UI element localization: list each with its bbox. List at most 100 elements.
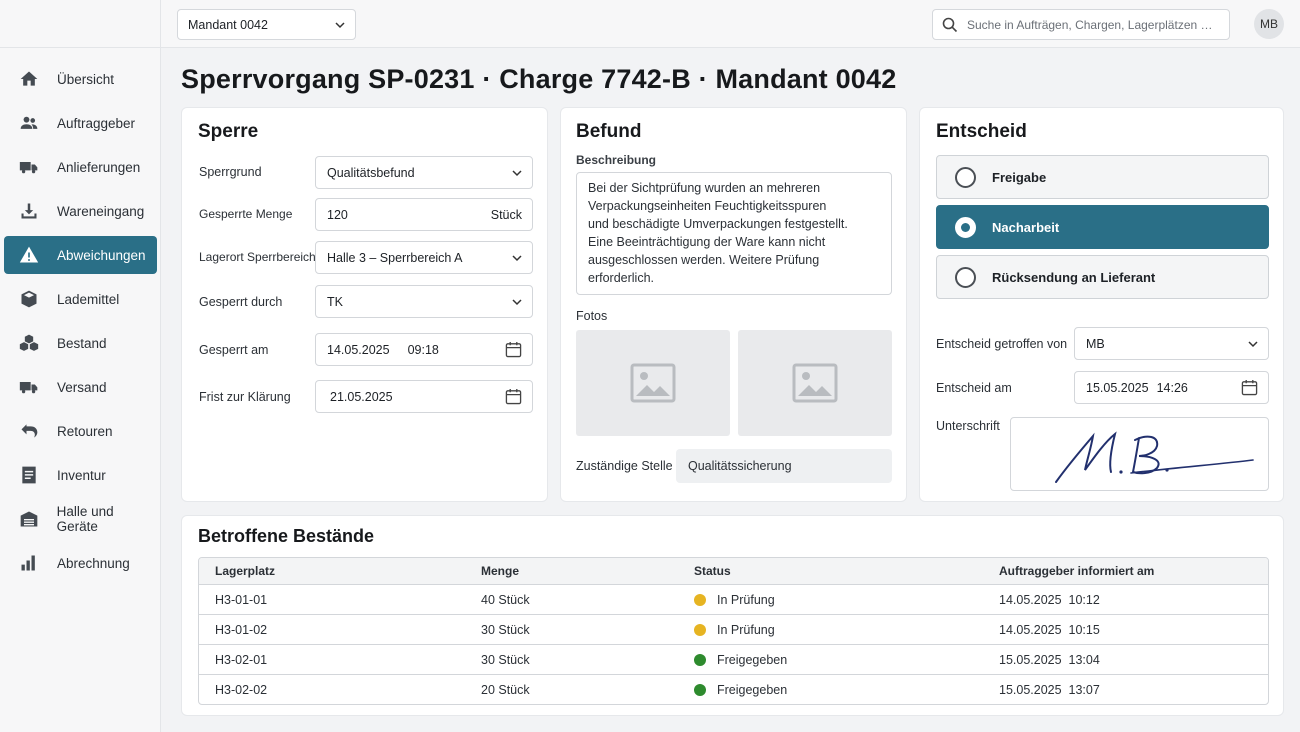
- chevron-down-icon: [512, 255, 522, 262]
- sidebar-item-auftraggeber[interactable]: Auftraggeber: [4, 104, 157, 142]
- menge-input[interactable]: 120 Stück: [315, 198, 533, 231]
- table-header-row: Lagerplatz Menge Status Auftraggeber inf…: [199, 558, 1268, 584]
- sidebar-item-label: Bestand: [57, 335, 107, 351]
- menge-label: Gesperrte Menge: [199, 207, 293, 221]
- table-row[interactable]: H3-01-01 40 Stück In Prüfung 14.05.2025 …: [199, 584, 1268, 614]
- zustaendige-stelle-field: Qualitätssicherung: [676, 449, 892, 483]
- befund-card: Befund Beschreibung Bei der Sichtprüfung…: [560, 107, 907, 502]
- option-freigabe[interactable]: Freigabe: [936, 155, 1269, 199]
- sidebar-item-uebersicht[interactable]: Übersicht: [4, 60, 157, 98]
- frist-label: Frist zur Klärung: [199, 390, 291, 404]
- cell-status: Freigegeben: [694, 645, 787, 674]
- users-icon: [18, 112, 40, 134]
- cell-menge: 40 Stück: [481, 592, 530, 607]
- sidebar-item-anlieferungen[interactable]: Anlieferungen: [4, 148, 157, 186]
- gesperrt-am-datetime[interactable]: 14.05.2025 09:18: [315, 333, 533, 366]
- bestaende-table: Lagerplatz Menge Status Auftraggeber inf…: [198, 557, 1269, 705]
- sidebar-item-label: Versand: [57, 379, 107, 395]
- sperrgrund-select[interactable]: Qualitätsbefund: [315, 156, 533, 189]
- sidebar-item-label: Wareneingang: [57, 203, 145, 219]
- sidebar-nav: Übersicht Auftraggeber Anlieferungen War…: [0, 60, 161, 588]
- table-row[interactable]: H3-01-02 30 Stück In Prüfung 14.05.2025 …: [199, 614, 1268, 644]
- column-header-menge[interactable]: Menge: [481, 558, 519, 584]
- sidebar-item-lademittel[interactable]: Lademittel: [4, 280, 157, 318]
- fotos-label: Fotos: [576, 309, 608, 323]
- photo-thumbnail-2[interactable]: [738, 330, 892, 436]
- sidebar: Übersicht Auftraggeber Anlieferungen War…: [0, 0, 161, 732]
- sidebar-item-inventur[interactable]: Inventur: [4, 456, 157, 494]
- beschreibung-textarea[interactable]: Bei der Sichtprüfung wurden an mehreren …: [576, 172, 892, 295]
- column-header-lagerplatz[interactable]: Lagerplatz: [215, 558, 275, 584]
- calendar-icon[interactable]: [505, 341, 522, 358]
- sidebar-item-label: Abrechnung: [57, 555, 130, 571]
- column-header-status[interactable]: Status: [694, 558, 731, 584]
- lagerort-value: Halle 3 – Sperrbereich A: [327, 250, 463, 265]
- frist-date[interactable]: 21.05.2025: [315, 380, 533, 413]
- image-placeholder-icon: [630, 363, 676, 403]
- search-box[interactable]: [932, 9, 1230, 40]
- cell-informiert: 15.05.2025 13:04: [999, 652, 1100, 667]
- gesperrt-durch-label: Gesperrt durch: [199, 295, 283, 309]
- return-arrow-icon: [18, 420, 40, 442]
- status-dot-icon: [694, 653, 706, 666]
- entscheid-am-datetime[interactable]: 15.05.2025 14:26: [1074, 371, 1269, 404]
- sidebar-item-label: Halle und Geräte: [56, 504, 114, 534]
- home-icon: [18, 68, 40, 90]
- sperre-heading: Sperre: [198, 121, 259, 142]
- sidebar-item-versand[interactable]: Versand: [4, 368, 157, 406]
- desc-line: Bei der Sichtprüfung wurden an mehreren: [588, 181, 821, 195]
- radio-button-selected[interactable]: [955, 217, 976, 238]
- search-icon: [942, 17, 958, 33]
- table-row[interactable]: H3-02-01 30 Stück Freigegeben 15.05.2025…: [199, 644, 1268, 674]
- topbar: Mandant 0042 MB: [161, 0, 1300, 48]
- gesperrt-durch-value: TK: [327, 294, 343, 309]
- option-nacharbeit[interactable]: Nacharbeit: [936, 205, 1269, 249]
- chevron-down-icon: [1248, 341, 1258, 348]
- truck-icon: [18, 156, 40, 178]
- signature-drawing: [1055, 431, 1254, 483]
- search-input[interactable]: [967, 17, 1217, 32]
- lagerort-select[interactable]: Halle 3 – Sperrbereich A: [315, 241, 533, 274]
- calendar-icon[interactable]: [505, 388, 522, 405]
- sidebar-item-label: Abweichungen: [57, 247, 146, 263]
- radio-button[interactable]: [955, 167, 976, 188]
- sidebar-top: [0, 0, 160, 48]
- entscheid-card: Entscheid Freigabe Nacharbeit Rücksendun…: [919, 107, 1284, 502]
- sidebar-item-wareneingang[interactable]: Wareneingang: [4, 192, 157, 230]
- mandant-select[interactable]: Mandant 0042: [177, 9, 356, 40]
- gesperrt-durch-select[interactable]: TK: [315, 285, 533, 318]
- radio-button[interactable]: [955, 267, 976, 288]
- sidebar-item-bestand[interactable]: Bestand: [4, 324, 157, 362]
- cell-status: In Prüfung: [694, 585, 775, 614]
- sidebar-item-retouren[interactable]: Retouren: [4, 412, 157, 450]
- mandant-select-value: Mandant 0042: [188, 17, 268, 32]
- beschreibung-label: Beschreibung: [576, 153, 657, 167]
- sidebar-item-label: Retouren: [57, 423, 113, 439]
- cell-status: In Prüfung: [694, 615, 775, 644]
- download-icon: [18, 200, 40, 222]
- avatar[interactable]: MB: [1254, 9, 1284, 39]
- entscheid-heading: Entscheid: [936, 121, 1027, 142]
- entscheid-am-date: 15.05.2025: [1086, 380, 1149, 395]
- sidebar-item-abweichungen[interactable]: Abweichungen: [4, 236, 157, 274]
- entscheid-am-label: Entscheid am: [936, 381, 1012, 395]
- cell-menge: 30 Stück: [481, 622, 530, 637]
- gesperrt-am-date: 14.05.2025: [327, 342, 390, 357]
- lagerort-label: Lagerort Sperrbereich: [199, 250, 316, 264]
- calendar-icon[interactable]: [1241, 379, 1258, 396]
- entscheid-von-select[interactable]: MB: [1074, 327, 1269, 360]
- signature-pad[interactable]: [1010, 417, 1269, 491]
- desc-line: Verpackungseinheiten Feuchtigkeitsspuren: [588, 199, 827, 213]
- gesperrt-am-label: Gesperrt am: [199, 343, 269, 357]
- column-header-informiert[interactable]: Auftraggeber informiert am: [999, 558, 1154, 584]
- photo-thumbnail-1[interactable]: [576, 330, 730, 436]
- cell-menge: 30 Stück: [481, 652, 530, 667]
- frist-value: 21.05.2025: [330, 389, 393, 404]
- option-ruecksendung[interactable]: Rücksendung an Lieferant: [936, 255, 1269, 299]
- truck-icon: [18, 376, 40, 398]
- sidebar-item-label: Übersicht: [57, 71, 115, 87]
- sidebar-item-halle-und-geraete[interactable]: Halle und Geräte: [4, 500, 157, 538]
- status-dot-icon: [694, 593, 706, 606]
- table-row[interactable]: H3-02-02 20 Stück Freigegeben 15.05.2025…: [199, 674, 1268, 704]
- sidebar-item-abrechnung[interactable]: Abrechnung: [4, 544, 157, 582]
